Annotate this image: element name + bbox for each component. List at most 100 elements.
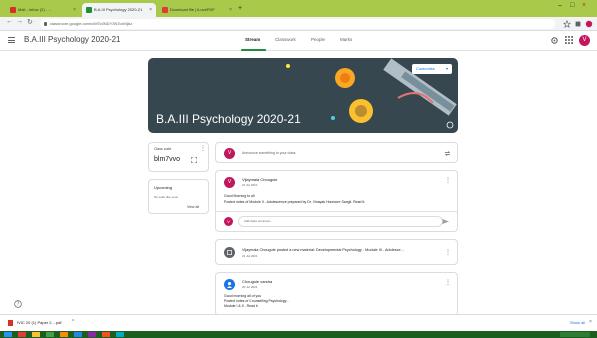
more-options-icon[interactable]: ⋮: [200, 145, 206, 152]
forward-icon[interactable]: →: [16, 18, 23, 25]
post-card: V Vijaymala Chougule 21 Jul 2021 ⋮ Good …: [215, 170, 458, 232]
reload-icon[interactable]: ↻: [27, 18, 33, 26]
classroom-favicon-icon: [86, 7, 92, 13]
upcoming-title: Upcoming: [154, 185, 173, 190]
close-window-icon[interactable]: ×: [582, 2, 586, 9]
repost-icon[interactable]: [444, 150, 451, 157]
url-text: classroom.google.com/c/MTc0NDY3NTcxMjAz: [50, 21, 133, 26]
customise-label: Customise: [416, 66, 435, 71]
download-shelf: IVIC 20 (1) Paper 2....pdf ^ Show all ×: [0, 314, 597, 331]
tab-classwork[interactable]: Classwork: [275, 37, 296, 42]
announce-box[interactable]: V Announce something to your class: [215, 142, 458, 163]
app-icon[interactable]: [74, 332, 82, 337]
comment-placeholder: Add class comment...: [244, 219, 273, 223]
menu-icon[interactable]: [8, 37, 15, 43]
browser-toolbar: ← → ↻ classroom.google.com/c/MTc0NDY3NTc…: [0, 17, 597, 31]
class-title[interactable]: B.A.III Psychology 2020-21: [24, 35, 121, 44]
new-tab-button[interactable]: +: [238, 3, 242, 15]
close-tab-icon[interactable]: ×: [73, 3, 76, 17]
browser-tab-ilovepdf[interactable]: Download file | iLovePDF ×: [158, 3, 236, 17]
more-options-icon[interactable]: ⋮: [445, 249, 451, 256]
extension-icon[interactable]: [574, 20, 582, 28]
back-icon[interactable]: ←: [6, 18, 13, 25]
send-icon[interactable]: [442, 218, 449, 225]
system-tray[interactable]: [560, 332, 590, 337]
close-tab-icon[interactable]: ×: [149, 3, 152, 17]
post-card: Chougule varsha 20 Jul 2021 ⋮ Good morni…: [215, 272, 458, 316]
browser-tab-classroom[interactable]: B.A.III Psychology 2020-21 ×: [82, 3, 156, 17]
post-date: 21 Jul 2021: [242, 254, 258, 258]
lock-icon: [44, 22, 47, 26]
app-icon[interactable]: [46, 332, 54, 337]
gear-icon[interactable]: [550, 36, 559, 45]
post-date: 20 Jul 2021: [242, 285, 258, 289]
start-icon[interactable]: [4, 332, 12, 337]
chevron-down-icon: ▾: [445, 66, 448, 71]
announce-placeholder: Announce something to your class: [242, 151, 296, 155]
more-options-icon[interactable]: ⋮: [445, 177, 451, 184]
download-item[interactable]: IVIC 20 (1) Paper 2....pdf: [17, 320, 61, 325]
class-code-value: blm7vvo: [154, 156, 181, 163]
post-line: Posted notes of Counselling Psychology -: [224, 299, 289, 303]
browser-tab-strip: Mail - Inbox (2) - … × B.A.III Psycholog…: [0, 0, 597, 17]
pdf-file-icon: [8, 320, 13, 326]
windows-taskbar: [0, 331, 597, 338]
more-options-icon[interactable]: ⋮: [445, 279, 451, 286]
close-tab-icon[interactable]: ×: [229, 3, 232, 17]
active-tab-indicator: [241, 49, 266, 51]
tab-stream[interactable]: Stream: [245, 37, 260, 42]
tab-label: B.A.III Psychology 2020-21: [94, 7, 143, 12]
app-icon[interactable]: [116, 332, 124, 337]
account-avatar[interactable]: V: [579, 35, 590, 46]
class-banner: Customise ▾ B.A.III Psychology 2020-21: [148, 58, 458, 133]
chrome-icon[interactable]: [102, 332, 110, 337]
browser-tab-mail[interactable]: Mail - Inbox (2) - … ×: [6, 3, 80, 17]
app-icon[interactable]: [60, 332, 68, 337]
material-icon: [224, 247, 235, 258]
customise-button[interactable]: Customise ▾: [412, 64, 452, 74]
view-all-link[interactable]: View all: [187, 205, 199, 209]
class-code-card: Class code ⋮ blm7vvo: [148, 142, 209, 172]
post-line: Good Morning to all: [224, 194, 255, 198]
app-icon[interactable]: [88, 332, 96, 337]
chevron-up-icon[interactable]: ^: [72, 319, 74, 325]
post-line: Posted notes of Module II - Adolescence …: [224, 200, 366, 204]
banner-title: B.A.III Psychology 2020-21: [156, 112, 301, 126]
post-date: 21 Jul 2021: [242, 183, 258, 187]
post-line: Good morning all of you: [224, 294, 262, 298]
mail-favicon-icon: [10, 7, 16, 13]
app-icon[interactable]: [32, 332, 40, 337]
minimize-icon[interactable]: –: [558, 2, 562, 9]
svg-text:?: ?: [17, 302, 20, 308]
apps-grid-icon[interactable]: [565, 36, 573, 44]
maximize-icon[interactable]: □: [570, 2, 574, 9]
pdf-favicon-icon: [162, 7, 168, 13]
material-post-card[interactable]: Vijaymala Chougule posted a new material…: [215, 239, 458, 265]
tab-marks[interactable]: Marks: [340, 37, 352, 42]
fullscreen-icon[interactable]: [191, 157, 197, 163]
help-icon[interactable]: ?: [14, 300, 22, 308]
user-avatar: V: [224, 148, 235, 159]
tab-people[interactable]: People: [311, 37, 325, 42]
commenter-avatar: V: [224, 217, 233, 226]
post-author-avatar: [224, 279, 235, 290]
comment-input[interactable]: Add class comment...: [238, 216, 443, 227]
post-author: Vijaymala Chougule: [242, 177, 278, 182]
tab-label: Download file | iLovePDF: [170, 7, 215, 12]
tab-label: Mail - Inbox (2) - …: [18, 7, 53, 12]
post-line: Module I & II . Read it: [224, 304, 258, 308]
profile-icon[interactable]: [585, 20, 593, 28]
post-author: Chougule varsha: [242, 279, 273, 284]
classroom-header: B.A.III Psychology 2020-21 Stream Classw…: [0, 31, 597, 51]
app-icon[interactable]: [18, 332, 26, 337]
upcoming-card: Upcoming No work due soon View all: [148, 179, 209, 214]
material-title: Vijaymala Chougule posted a new material…: [242, 248, 404, 252]
post-author-avatar: V: [224, 177, 235, 188]
divider: [216, 211, 457, 212]
class-code-label: Class code: [154, 147, 172, 151]
show-all-button[interactable]: Show all: [570, 320, 585, 325]
address-bar[interactable]: classroom.google.com/c/MTc0NDY3NTcxMjAz: [40, 19, 555, 29]
close-shelf-icon[interactable]: ×: [589, 319, 592, 325]
upcoming-empty: No work due soon: [154, 195, 179, 199]
star-icon[interactable]: [563, 20, 571, 28]
